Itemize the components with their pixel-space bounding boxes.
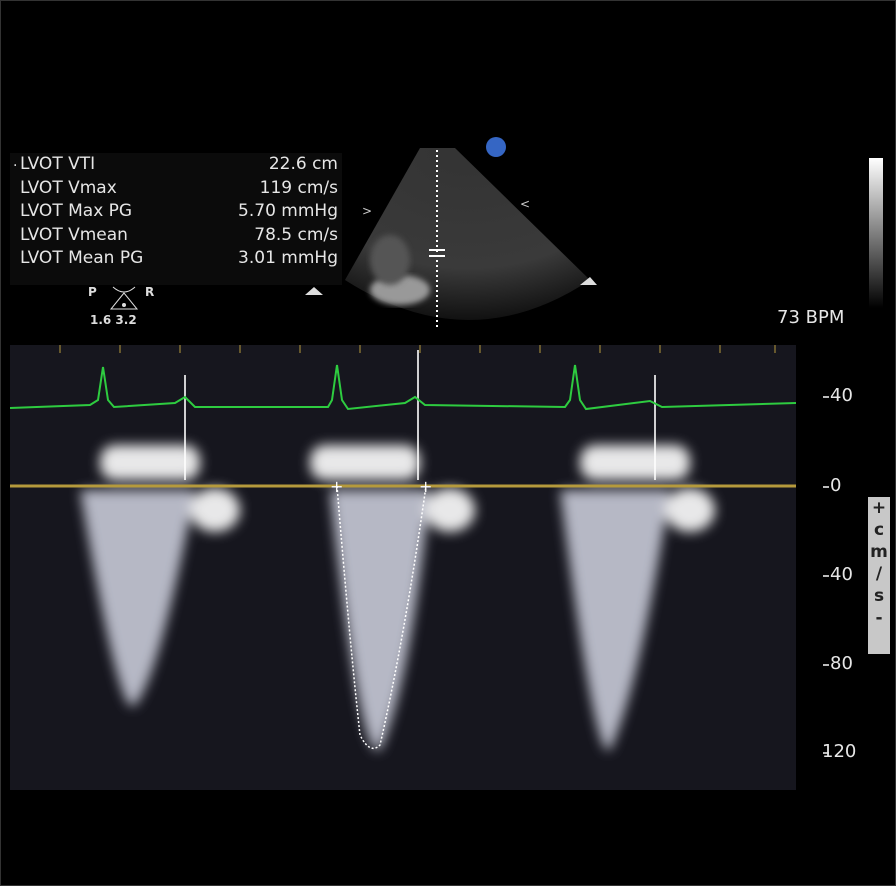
measurement-panel: · LVOT VTI 22.6 cm LVOT Vmax 119 cm/s LVOT… xyxy=(10,153,342,285)
heart-rate: 73 BPM xyxy=(777,307,845,328)
tick xyxy=(823,575,829,577)
axis-label: 0 xyxy=(830,475,842,496)
grayscale-bar xyxy=(869,158,883,308)
measurement-row: LVOT Max PG 5.70 mmHg xyxy=(20,201,338,221)
probe-icon xyxy=(109,286,139,310)
svg-text:+: + xyxy=(419,477,432,496)
velocity-unit-label: + c m / s - xyxy=(868,497,890,654)
axis-label: 40 xyxy=(830,564,853,585)
axis-label: 120 xyxy=(822,741,857,762)
measurement-row: LVOT Vmax 119 cm/s xyxy=(20,177,338,198)
svg-text:<: < xyxy=(520,197,530,211)
measurement-row: LVOT VTI 22.6 cm xyxy=(20,154,338,174)
doppler-spectrum: + + xyxy=(10,345,796,790)
tick xyxy=(823,664,829,666)
svg-text:+: + xyxy=(330,477,343,496)
axis-label: 40 xyxy=(830,385,853,406)
tick xyxy=(823,486,829,488)
tick xyxy=(823,396,829,398)
svg-text:>: > xyxy=(362,204,372,218)
measurement-row: LVOT Mean PG 3.01 mmHg xyxy=(20,248,338,268)
measurement-row: LVOT Vmean 78.5 cm/s xyxy=(20,224,338,245)
axis-label: 80 xyxy=(830,653,853,674)
